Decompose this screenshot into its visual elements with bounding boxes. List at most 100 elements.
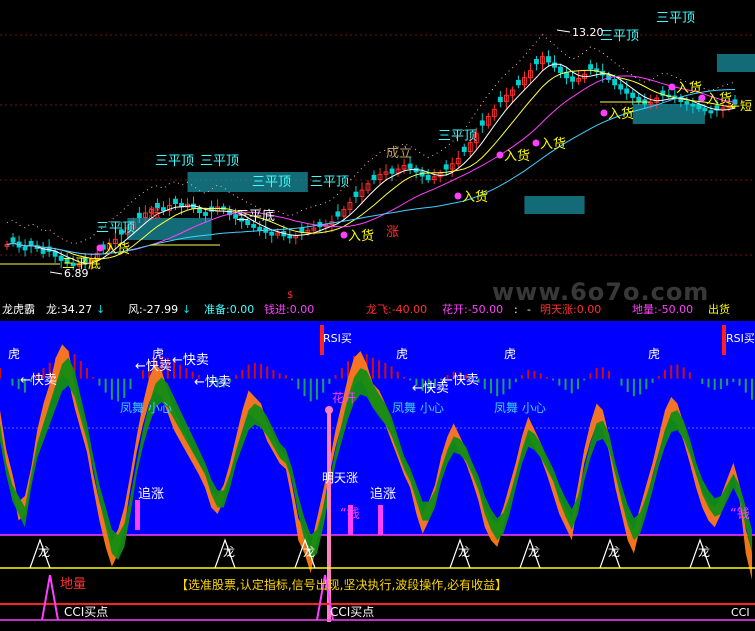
hu-label: 虎 [396,347,408,361]
qian-label: “钱 [340,507,360,522]
ruhuo-label: 入货 [104,241,130,257]
candle-down [443,164,449,170]
low-value-label: 6.89 [64,267,89,280]
header-item-long: 龙:34.27 [46,303,93,316]
indicator-header: 龙虎霸 龙:34.27 ↓ 风:-27.99 ↓ 准备:0.00 钱进:0.00… [0,290,755,318]
chengli-label: 成立 [386,146,412,161]
long-label: 龙 [528,545,540,559]
diliang-label: 地量 [60,577,86,592]
fengwu-xiaoxin-label: 凤舞 小心 [120,401,172,415]
ruhuo-label: 入货 [462,189,488,205]
header-item-qianjin: 钱进:0.00 [264,303,315,316]
candle-down [269,231,275,236]
fengwu-xiaoxin-label: 凤舞 小心 [392,401,444,415]
hu-label: 虎 [504,347,516,361]
upper-envelope [6,33,736,245]
candle-down [630,92,636,98]
zhuizhang-bar [378,505,383,535]
kuaimai-label: ←快卖 [135,359,172,374]
candle-down [203,212,208,216]
header-item-longfei: 龙飞:-40.00 [366,303,428,316]
pingding-band-1 [524,196,585,214]
rsi-buy-bar [722,325,726,355]
candle-down [702,108,708,112]
candle-down [570,76,575,82]
candle-down [534,58,539,65]
candle-down [371,174,377,181]
motto-text: 【选准股票,认定指标,信号出现,坚决执行,波段操作,必有收益】 [176,578,508,592]
candle-down [636,96,642,103]
candle-down [479,120,485,126]
zhuizhang-label: 追涨 [138,486,164,502]
candle-down [10,237,16,243]
ruhuo-label: 入货 [348,228,374,244]
zhuizhang-bar [135,500,140,530]
ruhuo-label: 入货 [706,91,732,107]
candle-down [389,168,395,174]
header-item-huakai: 花开:-50.00 [442,303,504,316]
candle-down [22,246,28,251]
candle-down [497,96,503,103]
ruhuo-marker [532,139,540,147]
ruhuo-marker [454,192,462,200]
qian-label: “钱 [730,507,750,522]
cci-buy-label: CCI买点 [64,605,108,619]
long-label: 龙 [608,545,620,559]
duan-label: ←短 [730,99,752,113]
sanpingding-label: 三平顶 [252,175,291,190]
mingtianzhang-label: 明天涨 [322,470,358,485]
candle-down [612,78,618,86]
ruhuo-marker [698,94,706,102]
candle-down [28,240,34,247]
sanpingdi-label: 三平底 [236,208,275,224]
header-item-diliang: 地量:-50.00 [632,303,694,316]
ruhuo-marker [496,151,504,159]
header-item-mingtianzhang: 明天涨:0.00 [540,303,602,316]
candle-down [564,71,569,79]
kuaimai-label: ←快卖 [172,353,209,368]
header-arrow-long: ↓ [96,303,106,316]
candle-down [335,211,341,217]
high-value-pointer [556,29,571,33]
candle-down [708,110,714,114]
price-panel: 三平顶 三平顶三平顶 三平顶三平顶三平顶三平顶三平顶三平底三平底成立入货入货入货入货… [0,11,755,280]
candle-down [558,66,563,73]
ruhuo-marker [96,244,104,252]
ruhuo-marker [600,109,608,117]
jinzhang-label: 涨 [386,225,399,240]
candle-down [696,103,702,110]
header-item-dash: - [527,303,531,316]
pingding-band-4 [632,104,705,124]
candle-down [546,56,551,63]
long-label: 龙 [698,545,710,559]
candle-down [197,207,202,214]
candle-down [161,207,166,212]
candle-down [588,64,594,70]
sanpingding-label: 三平顶 [310,175,349,190]
header-item-zhunbei: 准备:0.00 [204,303,255,316]
long-label: 龙 [223,545,235,559]
candle-down [173,198,178,204]
low-value-pointer [49,271,63,275]
indicator-title: 龙虎霸 [2,303,35,316]
cci-label: CCI [731,606,750,619]
rsi-buy-label: RSI买 [323,332,352,345]
sanpingding-label: 三平顶 [155,154,194,169]
kuaimai-label: ←快卖 [194,375,231,390]
long-label: 龙 [303,545,315,559]
zhuizhang-label: 追涨 [370,486,396,502]
candle-down [353,191,359,197]
ruhuo-label: 入货 [504,148,530,164]
header-item-chuhuo: 出货 [708,303,730,316]
candle-down [287,235,293,239]
ruhuo-marker [340,231,348,239]
ruhuo-marker [668,83,676,91]
cci-spike [41,574,59,621]
header-marker: $ [287,290,294,301]
kuaimai-label: ←快卖 [20,373,57,388]
sanpingding-label: 三平顶 [200,154,239,169]
candle-down [407,163,413,169]
sanpingding-label: 三平顶 [600,29,639,44]
ruhuo-label: 入货 [676,80,702,96]
long-label: 龙 [458,545,470,559]
